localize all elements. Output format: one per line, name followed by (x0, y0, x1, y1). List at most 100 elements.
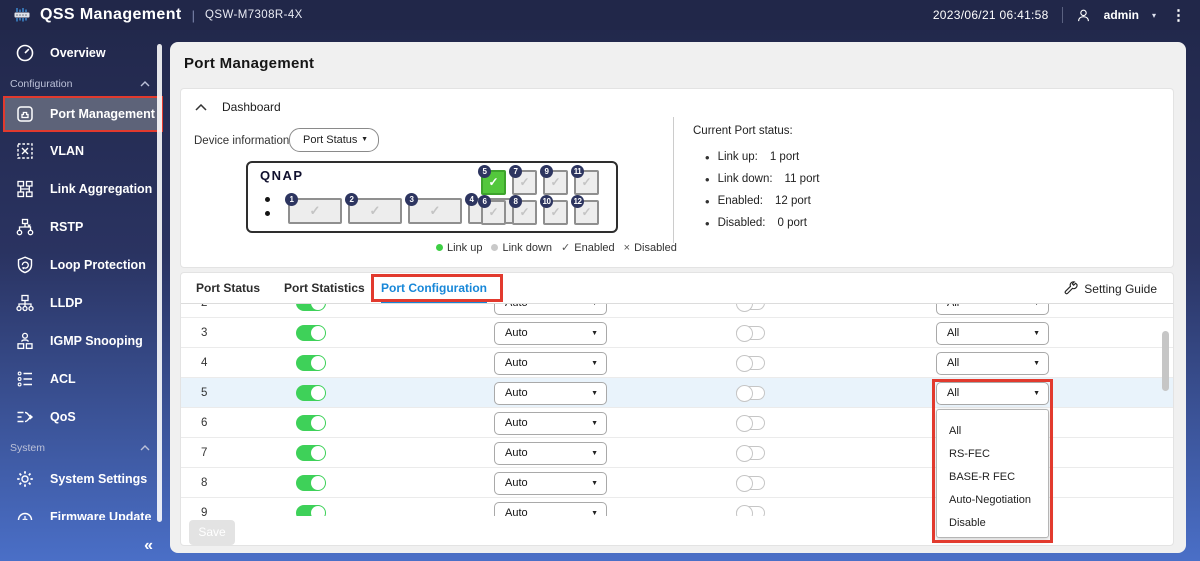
port-number-cell: 9 (201, 507, 208, 516)
sidebar-item-loop-protection[interactable]: Loop Protection (0, 246, 166, 284)
save-button[interactable]: Save (189, 520, 235, 545)
dropdown-option-all[interactable]: All (937, 420, 1048, 443)
status-value: 0 port (777, 217, 807, 229)
sidebar: Overview Configuration Port Management V… (0, 30, 166, 561)
flow-control-toggle[interactable] (736, 475, 765, 492)
port-enable-toggle[interactable] (296, 415, 326, 431)
port-5-linkup[interactable]: ✓ 5 (478, 165, 506, 195)
sidebar-item-overview[interactable]: Overview (0, 34, 166, 72)
sidebar-item-lldp[interactable]: LLDP (0, 284, 166, 322)
port-enable-toggle[interactable] (296, 325, 326, 341)
port-number-cell: 6 (201, 417, 208, 429)
sidebar-scrollbar[interactable] (157, 44, 162, 522)
port-number-cell: 3 (201, 327, 208, 339)
port-enable-toggle[interactable] (296, 355, 326, 371)
sidebar-item-label: QoS (50, 410, 76, 424)
chevron-down-icon: ▼ (1033, 360, 1040, 367)
flow-control-toggle[interactable] (736, 445, 765, 462)
fec-select[interactable]: All ▼ (936, 352, 1049, 375)
port-enable-toggle[interactable] (296, 505, 326, 516)
dropdown-option-auto-negotiation[interactable]: Auto-Negotiation (937, 489, 1048, 512)
tab-port-statistics[interactable]: Port Statistics (284, 273, 365, 303)
sidebar-item-vlan[interactable]: VLAN (0, 132, 166, 170)
dropdown-option-disable[interactable]: Disable (937, 512, 1048, 535)
sidebar-collapse-icon[interactable]: « (144, 537, 153, 555)
flow-control-toggle[interactable] (736, 325, 765, 342)
sidebar-item-rstp[interactable]: RSTP (0, 208, 166, 246)
sidebar-section-configuration[interactable]: Configuration (0, 72, 166, 96)
port-1[interactable]: ✓ 1 (285, 193, 342, 224)
status-label: Disabled: (717, 217, 766, 229)
speed-selected-value: Auto (505, 447, 528, 459)
cross-icon: × (623, 241, 631, 254)
dropdown-option-rs-fec[interactable]: RS-FEC (937, 443, 1048, 466)
dropdown-option-base-r-fec[interactable]: BASE-R FEC (937, 466, 1048, 489)
fec-select-open[interactable]: All ▼ (936, 382, 1049, 405)
port-3[interactable]: ✓ 3 (405, 193, 462, 224)
tab-port-configuration[interactable]: Port Configuration (381, 273, 487, 303)
port-7[interactable]: ✓ 7 (509, 165, 537, 195)
port-2[interactable]: ✓ 2 (345, 193, 402, 224)
sidebar-item-igmp-snooping[interactable]: IGMP Snooping (0, 322, 166, 360)
sidebar-item-qos[interactable]: QoS (0, 398, 166, 436)
sidebar-item-link-aggregation[interactable]: Link Aggregation (0, 170, 166, 208)
flow-control-toggle[interactable] (736, 385, 765, 402)
port-number-badge: 10 (540, 195, 553, 208)
flow-control-toggle[interactable] (736, 304, 765, 312)
port-6[interactable]: ✓ 6 (478, 195, 506, 225)
sidebar-section-system[interactable]: System (0, 436, 166, 460)
speed-select[interactable]: Auto ▼ (494, 304, 607, 315)
fec-select[interactable]: All ▼ (936, 304, 1049, 315)
more-menu-icon[interactable]: ⋮ (1169, 8, 1188, 23)
port-8[interactable]: ✓ 8 (509, 195, 537, 225)
port-number-cell: 2 (201, 304, 207, 309)
status-value: 12 port (774, 195, 811, 207)
sidebar-item-port-management[interactable]: Port Management (3, 96, 163, 132)
port-enable-toggle[interactable] (296, 445, 326, 461)
collapse-dashboard-icon[interactable] (195, 103, 207, 111)
speed-select[interactable]: Auto ▼ (494, 502, 607, 516)
port-enable-toggle[interactable] (296, 385, 326, 401)
sidebar-item-acl[interactable]: ACL (0, 360, 166, 398)
sidebar-item-label: Link Aggregation (50, 182, 153, 196)
table-scrollbar[interactable] (1162, 331, 1169, 391)
sidebar-item-firmware-update[interactable]: Firmware Update (0, 498, 166, 520)
device-view-select[interactable]: Port Status ▼ (289, 128, 379, 152)
port-9[interactable]: ✓ 9 (540, 165, 568, 195)
port-enabled-check: ✓ (519, 205, 530, 219)
fec-select[interactable]: All ▼ (936, 322, 1049, 345)
port-number-badge: 6 (478, 195, 491, 208)
port-11[interactable]: ✓ 11 (571, 165, 599, 195)
dashboard-panel: Dashboard Device information: Port Statu… (180, 88, 1174, 268)
speed-select[interactable]: Auto ▼ (494, 322, 607, 345)
fec-selected-value: All (947, 387, 960, 399)
device-model: QSW-M7308R-4X (205, 9, 303, 21)
flow-control-toggle[interactable] (736, 505, 765, 516)
speed-selected-value: Auto (505, 304, 528, 309)
setting-guide-link[interactable]: Setting Guide (1063, 273, 1157, 304)
sidebar-item-system-settings[interactable]: System Settings (0, 460, 166, 498)
linkup-dot-icon (436, 244, 443, 251)
tab-bar: Port Status Port Statistics Port Configu… (181, 273, 1173, 304)
chevron-down-icon: ▼ (361, 136, 368, 143)
gear-icon (17, 471, 33, 487)
speed-select[interactable]: Auto ▼ (494, 442, 607, 465)
port-enabled-check: ✓ (488, 205, 499, 219)
tab-port-status[interactable]: Port Status (196, 273, 260, 303)
speed-select[interactable]: Auto ▼ (494, 472, 607, 495)
port-12[interactable]: ✓ 12 (571, 195, 599, 225)
speed-select[interactable]: Auto ▼ (494, 352, 607, 375)
port-number-badge: 11 (571, 165, 584, 178)
port-enable-toggle[interactable] (296, 304, 326, 311)
chevron-down-icon: ▼ (591, 390, 598, 397)
speed-select[interactable]: Auto ▼ (494, 412, 607, 435)
user-menu[interactable]: admin (1104, 8, 1139, 22)
user-caret-icon[interactable]: ▾ (1152, 11, 1156, 20)
flow-control-toggle[interactable] (736, 415, 765, 432)
port-enable-toggle[interactable] (296, 475, 326, 491)
speed-select[interactable]: Auto ▼ (494, 382, 607, 405)
port-10[interactable]: ✓ 10 (540, 195, 568, 225)
flow-control-toggle[interactable] (736, 355, 765, 372)
qss-management-window: QSS Management | QSW-M7308R-4X 2023/06/2… (0, 0, 1200, 561)
speed-selected-value: Auto (505, 507, 528, 516)
